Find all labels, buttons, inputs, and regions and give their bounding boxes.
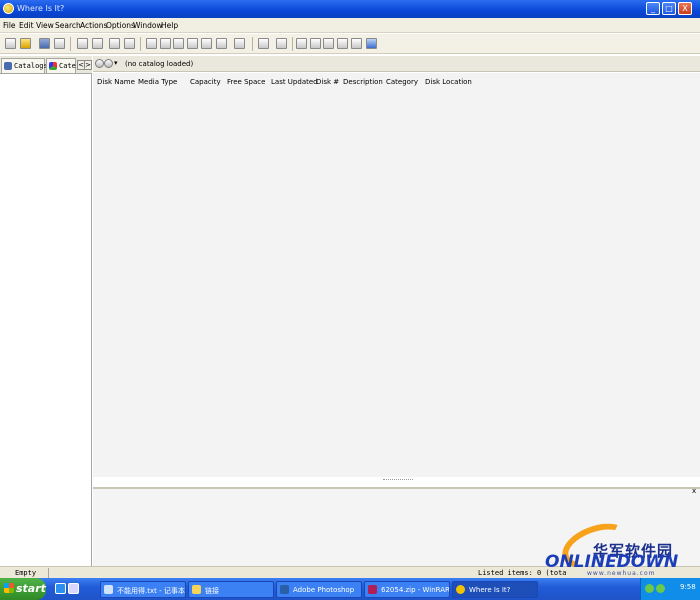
detail-close-button[interactable]: x	[692, 487, 696, 495]
task-winrar-label: 62054.zip - WinRAR	[381, 586, 450, 594]
column-capacity[interactable]: Capacity	[190, 78, 221, 86]
history-dropdown[interactable]: ▾	[114, 59, 118, 67]
left-panel: Catalogs Cate < >	[0, 56, 92, 566]
toolbar-separator	[140, 37, 141, 51]
menu-view[interactable]: View	[36, 21, 54, 30]
logo-url: www.newhua.com	[587, 570, 656, 577]
add-disk-icon[interactable]	[146, 38, 157, 49]
photoshop-icon	[280, 585, 289, 594]
settings-icon[interactable]	[337, 38, 348, 49]
tab-catalogs-label: Catalogs	[14, 62, 48, 70]
menu-bar: File Edit View Search Actions Options Wi…	[0, 18, 700, 33]
menu-help[interactable]: Help	[161, 21, 178, 30]
menu-window[interactable]: Window	[133, 21, 163, 30]
column-category[interactable]: Category	[386, 78, 418, 86]
search-icon[interactable]	[92, 38, 103, 49]
tab-categories-label: Cate	[59, 62, 76, 70]
windows-logo-icon	[4, 583, 14, 593]
forward-icon[interactable]	[104, 59, 113, 68]
task-links-label: 链接	[205, 587, 219, 595]
catalog-status-label: (no catalog loaded)	[125, 60, 194, 68]
task-notepad[interactable]: 不能用得.txt - 记事本	[100, 581, 186, 598]
report-icon[interactable]	[258, 38, 269, 49]
sort-down-icon[interactable]	[310, 38, 321, 49]
columns-icon[interactable]	[351, 38, 362, 49]
task-photoshop-label: Adobe Photoshop	[293, 586, 355, 594]
column-media-type[interactable]: Media Type	[138, 78, 177, 86]
disk-list[interactable]: Disk Name Media Type Capacity Free Space…	[93, 73, 700, 477]
print-icon[interactable]	[54, 38, 65, 49]
task-notepad-label: 不能用得.txt - 记事本	[117, 587, 185, 595]
logo-english-text: ONLINEDOWN	[545, 552, 679, 572]
menu-edit[interactable]: Edit	[19, 21, 34, 30]
network-icon[interactable]	[645, 584, 654, 593]
column-last-updated[interactable]: Last Updated	[271, 78, 318, 86]
winrar-icon	[368, 585, 377, 594]
toolbar-separator	[70, 37, 71, 51]
properties-icon[interactable]	[124, 38, 135, 49]
edit-icon[interactable]	[201, 38, 212, 49]
catalogs-icon	[4, 62, 12, 70]
tab-catalogs[interactable]: Catalogs	[1, 58, 48, 73]
export-icon[interactable]	[276, 38, 287, 49]
column-description[interactable]: Description	[343, 78, 383, 86]
pane-splitter[interactable]	[383, 479, 413, 480]
minimize-button[interactable]: _	[646, 2, 660, 15]
column-disk-number[interactable]: Disk #	[316, 78, 339, 86]
find-icon[interactable]	[77, 38, 88, 49]
tab-categories[interactable]: Cate	[46, 58, 76, 73]
task-links[interactable]: 链接	[188, 581, 274, 598]
title-bar: Where Is It? _ □ X	[0, 0, 700, 18]
help-icon[interactable]	[366, 38, 377, 49]
status-text: Empty	[15, 569, 37, 577]
sort-icon[interactable]	[296, 38, 307, 49]
volume-icon[interactable]	[656, 584, 665, 593]
taskbar: start 不能用得.txt - 记事本 链接 Adobe Photoshop …	[0, 578, 700, 600]
start-button[interactable]: start	[0, 578, 46, 600]
clock: 9:58	[680, 583, 696, 591]
column-disk-name[interactable]: Disk Name	[97, 78, 135, 86]
delete-icon[interactable]	[187, 38, 198, 49]
close-button[interactable]: X	[678, 2, 692, 15]
task-photoshop[interactable]: Adobe Photoshop	[276, 581, 362, 598]
toolbar-separator	[292, 37, 293, 51]
toolbar-separator	[252, 37, 253, 51]
column-free-space[interactable]: Free Space	[227, 78, 265, 86]
main-panel: ▾ (no catalog loaded) Disk Name Media Ty…	[93, 56, 700, 566]
save-icon[interactable]	[39, 38, 50, 49]
back-icon[interactable]	[95, 59, 104, 68]
tag-icon[interactable]	[216, 38, 227, 49]
menu-options[interactable]: Options	[106, 21, 135, 30]
task-where-is-it-label: Where Is It?	[469, 586, 511, 594]
window-title: Where Is It?	[17, 4, 65, 13]
update-disk-icon[interactable]	[160, 38, 171, 49]
new-catalog-icon[interactable]	[5, 38, 16, 49]
status-divider	[48, 568, 49, 578]
show-desktop-icon[interactable]	[68, 583, 79, 594]
column-disk-location[interactable]: Disk Location	[425, 78, 472, 86]
menu-actions[interactable]: Actions	[80, 21, 107, 30]
notepad-icon	[104, 585, 113, 594]
open-folder-icon[interactable]	[20, 38, 31, 49]
lightbulb-icon[interactable]	[234, 38, 245, 49]
tab-scroll-right-button[interactable]: >	[84, 60, 92, 70]
folder-icon	[192, 585, 201, 594]
maximize-button[interactable]: □	[662, 2, 676, 15]
disk-icon[interactable]	[109, 38, 120, 49]
copy-icon[interactable]	[173, 38, 184, 49]
ie-icon[interactable]	[55, 583, 66, 594]
navigation-bar: ▾ (no catalog loaded)	[93, 56, 700, 72]
toolbar	[0, 34, 700, 54]
left-tab-bar: Catalogs Cate < >	[0, 56, 92, 74]
app-icon	[3, 3, 14, 14]
onlinedown-logo: 华军软件园 ONLINEDOWN www.newhua.com	[543, 515, 700, 578]
menu-file[interactable]: File	[3, 21, 16, 30]
filter-icon[interactable]	[323, 38, 334, 49]
menu-search[interactable]: Search	[55, 21, 81, 30]
categories-icon	[49, 62, 57, 70]
start-label: start	[16, 582, 46, 595]
where-is-it-icon	[456, 585, 465, 594]
task-winrar[interactable]: 62054.zip - WinRAR	[364, 581, 450, 598]
task-where-is-it[interactable]: Where Is It?	[452, 581, 538, 598]
